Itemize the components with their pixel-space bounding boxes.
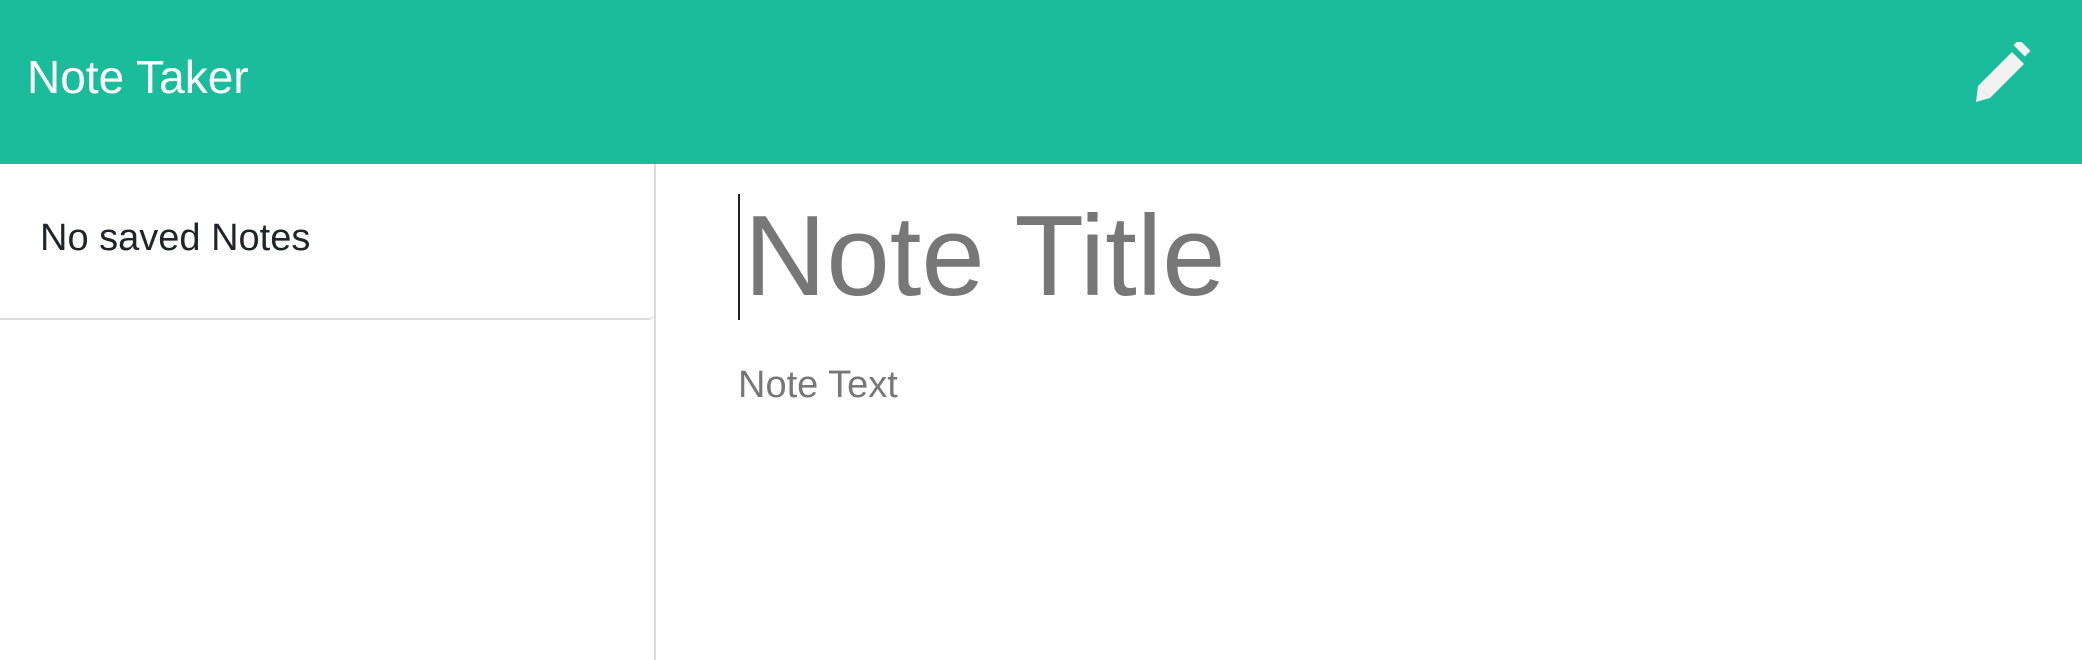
note-title-input[interactable]	[738, 194, 2038, 320]
notes-sidebar: No saved Notes	[0, 164, 656, 660]
list-item-empty: No saved Notes	[0, 164, 654, 320]
note-text-area[interactable]	[738, 362, 2038, 622]
app-brand-link[interactable]: Note Taker	[27, 50, 249, 104]
pencil-icon	[1976, 42, 2031, 102]
new-note-button[interactable]	[1966, 36, 2042, 112]
note-editor	[658, 164, 2082, 660]
empty-notes-message: No saved Notes	[40, 217, 311, 259]
navbar: Note Taker	[0, 0, 2082, 164]
